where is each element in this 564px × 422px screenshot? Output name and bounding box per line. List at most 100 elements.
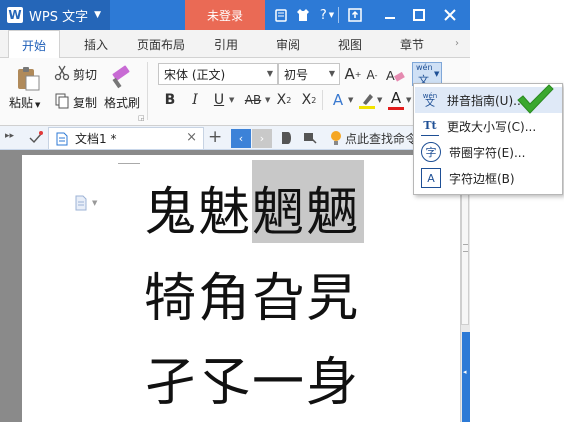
chevron-down-icon[interactable]: ▼ — [92, 199, 97, 207]
font-size-select[interactable]: 初号 ▼ — [278, 63, 340, 85]
expand-icon[interactable]: ▸▸ — [5, 131, 14, 141]
document-line[interactable]: 犄角旮旯 — [144, 256, 360, 331]
change-case-icon: Tt — [421, 117, 439, 136]
font-color-swatch — [388, 107, 404, 110]
subscript-button[interactable]: X2 — [299, 90, 319, 110]
document-line[interactable]: 孑孓一身 — [144, 340, 360, 415]
underline-button[interactable]: U — [210, 90, 228, 110]
chevron-down-icon[interactable]: ▼ — [348, 96, 353, 104]
paragraph-options-icon[interactable] — [74, 195, 88, 211]
chevron-down-icon[interactable]: ▼ — [229, 96, 234, 104]
menu-item-label: 带圈字符(E)... — [449, 145, 526, 160]
document-tab-label: 文档1 * — [75, 132, 117, 146]
shrink-font-button[interactable]: A- — [364, 66, 380, 84]
help-icon[interactable]: ? ▼ — [316, 6, 338, 24]
document-tab[interactable]: 文档1 * × — [48, 127, 204, 149]
copy-button[interactable]: 复制 — [73, 94, 97, 111]
highlighter-icon[interactable] — [357, 90, 377, 110]
chevron-right-icon[interactable]: › — [252, 129, 272, 148]
grow-font-label: A — [344, 65, 355, 83]
menu-item-label: 更改大小写(C)... — [447, 119, 537, 134]
grip-icon — [463, 244, 468, 252]
chevron-down-icon: ▼ — [94, 10, 101, 20]
grow-font-button[interactable]: A + — [344, 64, 362, 84]
svg-text:A: A — [386, 68, 395, 83]
margin-marker — [118, 152, 140, 164]
scissors-icon[interactable] — [54, 65, 70, 81]
enclosed-character-icon: 字 — [421, 142, 441, 162]
character-border-icon: A — [421, 168, 441, 188]
font-name-select[interactable]: 宋体 (正文) ▼ — [158, 63, 278, 85]
superscript-label: X — [276, 92, 287, 108]
chevron-down-icon[interactable]: ▼ — [377, 96, 382, 104]
scroll-thumb[interactable] — [461, 175, 469, 325]
phonetic-guide-icon: wén 文 — [422, 92, 438, 109]
chevron-right-icon[interactable]: › — [455, 38, 459, 49]
italic-button[interactable]: I — [185, 90, 205, 110]
tab-review[interactable]: 审阅 — [262, 30, 314, 58]
app-title: WPS 文字 — [29, 9, 89, 25]
shrink-font-label: A — [366, 68, 375, 82]
help-label: ? — [319, 7, 327, 23]
superscript-mark: 2 — [286, 95, 292, 105]
cursor-icon[interactable] — [302, 130, 318, 146]
maximize-icon[interactable] — [410, 6, 428, 24]
new-tab-button[interactable]: + — [208, 127, 222, 147]
shirt-icon[interactable] — [294, 6, 312, 24]
strikethrough-button[interactable]: AB — [240, 90, 266, 110]
divider — [338, 7, 339, 23]
paste-button[interactable]: 粘贴 ▼ — [9, 94, 40, 111]
format-painter-button[interactable]: 格式刷 — [104, 94, 140, 111]
chevron-left-icon[interactable]: ‹ — [231, 129, 251, 148]
text-effect-button[interactable]: A — [328, 90, 348, 110]
cut-button[interactable]: 剪切 — [73, 66, 97, 83]
divider — [147, 62, 148, 120]
document-icon — [55, 132, 69, 146]
tab-references[interactable]: 引用 — [200, 30, 252, 58]
wps-logo-icon: W — [7, 7, 23, 23]
menu-item-label: 拼音指南(U)... — [447, 93, 525, 108]
minimize-icon[interactable] — [381, 6, 399, 24]
phonetic-pinyin-label: wén — [416, 63, 433, 72]
document-line[interactable]: 鬼魅魍魉 — [144, 170, 360, 245]
chevron-down-icon: ▼ — [328, 69, 335, 78]
dialog-launcher-icon[interactable]: ◲ — [138, 114, 145, 122]
login-button[interactable]: 未登录 — [185, 0, 265, 30]
document-navigator-icon[interactable] — [279, 130, 295, 146]
superscript-button[interactable]: X2 — [274, 90, 294, 110]
tab-view[interactable]: 视图 — [324, 30, 376, 58]
menu-item-change-case[interactable]: Tt 更改大小写(C)... — [415, 113, 562, 139]
app-menu-button[interactable]: W WPS 文字 ▼ — [0, 0, 110, 30]
chevron-down-icon: ▼ — [266, 69, 273, 78]
command-search-input[interactable]: 点此查找命令 — [345, 130, 413, 148]
bold-button[interactable]: B — [160, 90, 180, 110]
side-panel-toggle[interactable]: ◂ — [462, 332, 470, 422]
subscript-label: X — [301, 92, 312, 108]
clear-format-icon[interactable]: A — [384, 66, 406, 84]
pin-icon[interactable] — [27, 129, 45, 147]
menu-item-character-border[interactable]: A 字符边框(B) — [415, 165, 562, 191]
restore-window-icon[interactable] — [346, 6, 364, 24]
tab-page-layout[interactable]: 页面布局 — [130, 30, 192, 58]
paste-label: 粘贴 — [9, 96, 34, 110]
tab-insert[interactable]: 插入 — [70, 30, 122, 58]
menu-item-label: 字符边框(B) — [449, 171, 515, 186]
copy-icon[interactable] — [54, 93, 70, 109]
checkmark-icon — [515, 82, 555, 116]
divider — [322, 90, 323, 110]
close-icon[interactable] — [441, 6, 459, 24]
font-name-value: 宋体 (正文) — [164, 67, 226, 82]
subscript-mark: 2 — [311, 95, 317, 105]
close-tab-icon[interactable]: × — [186, 130, 197, 145]
chevron-down-icon[interactable]: ▼ — [406, 96, 411, 104]
skin-icon[interactable] — [272, 6, 290, 24]
font-color-button[interactable]: A — [386, 88, 406, 108]
format-painter-icon[interactable] — [110, 63, 136, 91]
tab-chapter[interactable]: 章节 — [386, 30, 438, 58]
chevron-down-icon[interactable]: ▼ — [265, 96, 270, 104]
tab-home[interactable]: 开始 — [8, 30, 60, 59]
menu-item-enclosed-characters[interactable]: 字 带圈字符(E)... — [415, 139, 562, 165]
paste-icon[interactable] — [14, 64, 42, 92]
chevron-left-icon: ◂ — [463, 368, 467, 376]
font-size-value: 初号 — [284, 67, 309, 82]
